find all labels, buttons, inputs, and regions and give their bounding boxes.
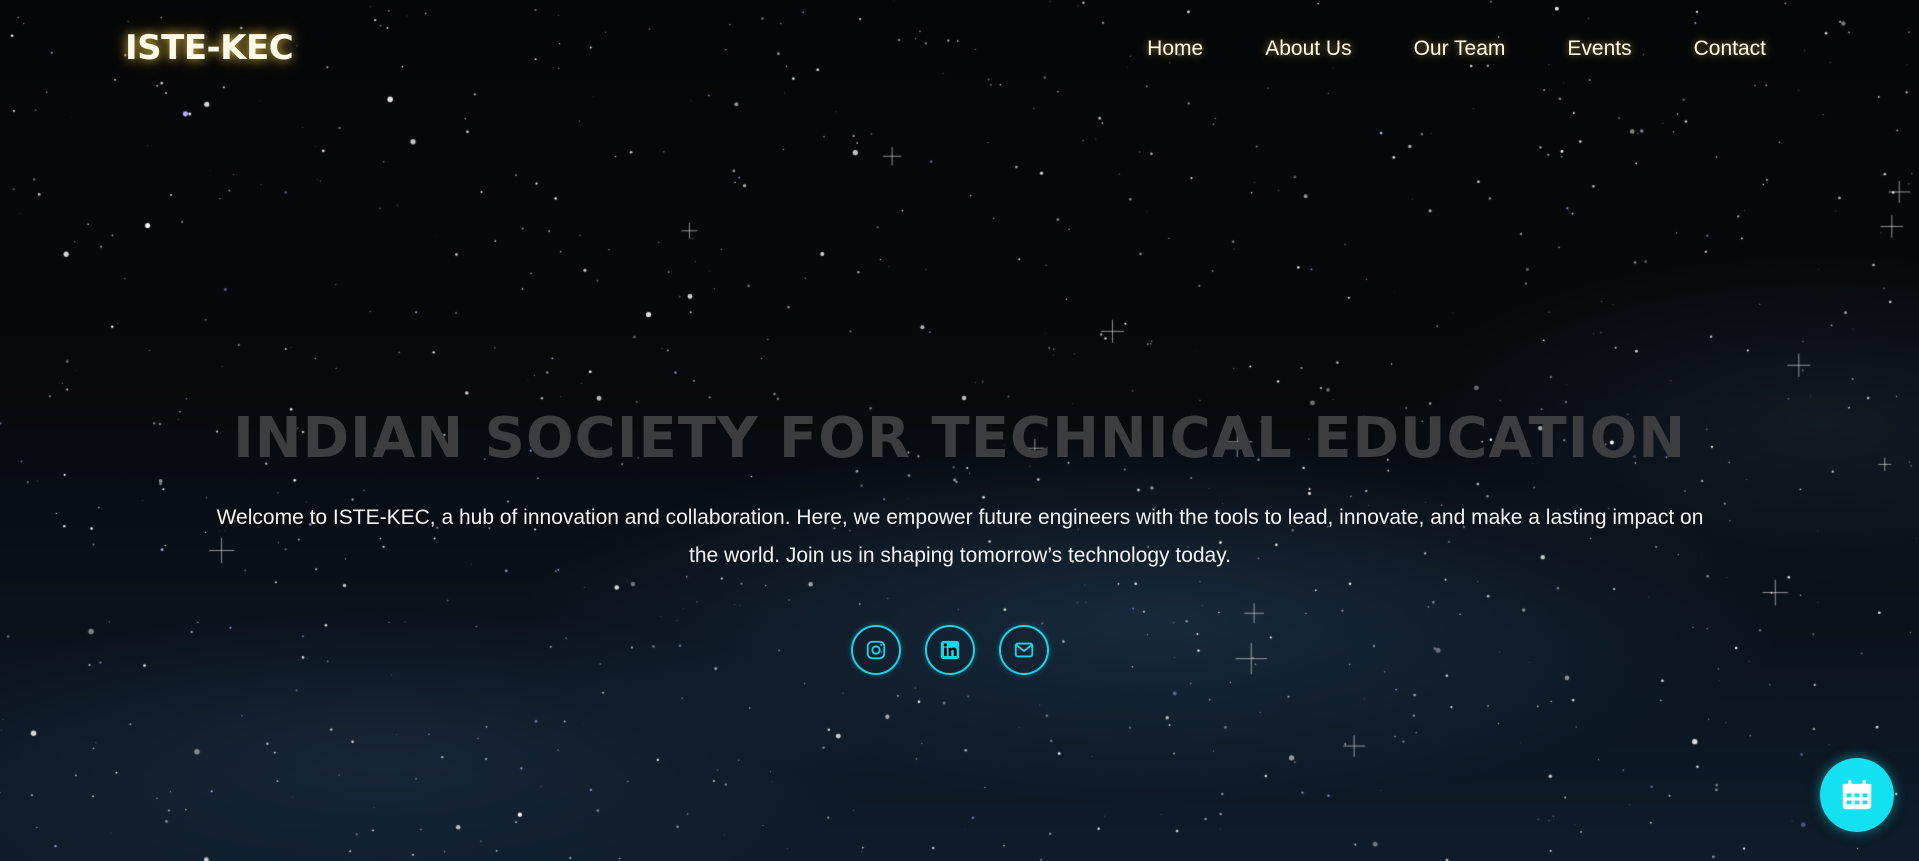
nav-home-link[interactable]: Home bbox=[1147, 37, 1203, 61]
nav-links: Home About Us Our Team Events Contact bbox=[1147, 37, 1766, 61]
instagram-icon bbox=[866, 640, 886, 660]
social-links bbox=[851, 625, 1049, 675]
nav-about-us-link[interactable]: About Us bbox=[1265, 37, 1351, 61]
nav-contact-link[interactable]: Contact bbox=[1694, 37, 1766, 61]
instagram-button[interactable] bbox=[851, 625, 901, 675]
linkedin-icon bbox=[940, 640, 960, 660]
events-calendar-button[interactable] bbox=[1820, 758, 1894, 832]
mail-button[interactable] bbox=[999, 625, 1049, 675]
hero-title: INDIAN SOCIETY FOR TECHNICAL EDUCATION bbox=[232, 405, 1687, 471]
mail-icon bbox=[1014, 642, 1034, 658]
navbar: ISTE-KEC Home About Us Our Team Events C… bbox=[0, 0, 1919, 100]
site-logo[interactable]: ISTE-KEC bbox=[125, 28, 294, 68]
nav-events-link[interactable]: Events bbox=[1567, 37, 1631, 61]
linkedin-button[interactable] bbox=[925, 625, 975, 675]
nav-our-team-link[interactable]: Our Team bbox=[1414, 37, 1506, 61]
hero-description: Welcome to ISTE-KEC, a hub of innovation… bbox=[216, 506, 1704, 567]
calendar-icon bbox=[1842, 779, 1872, 810]
